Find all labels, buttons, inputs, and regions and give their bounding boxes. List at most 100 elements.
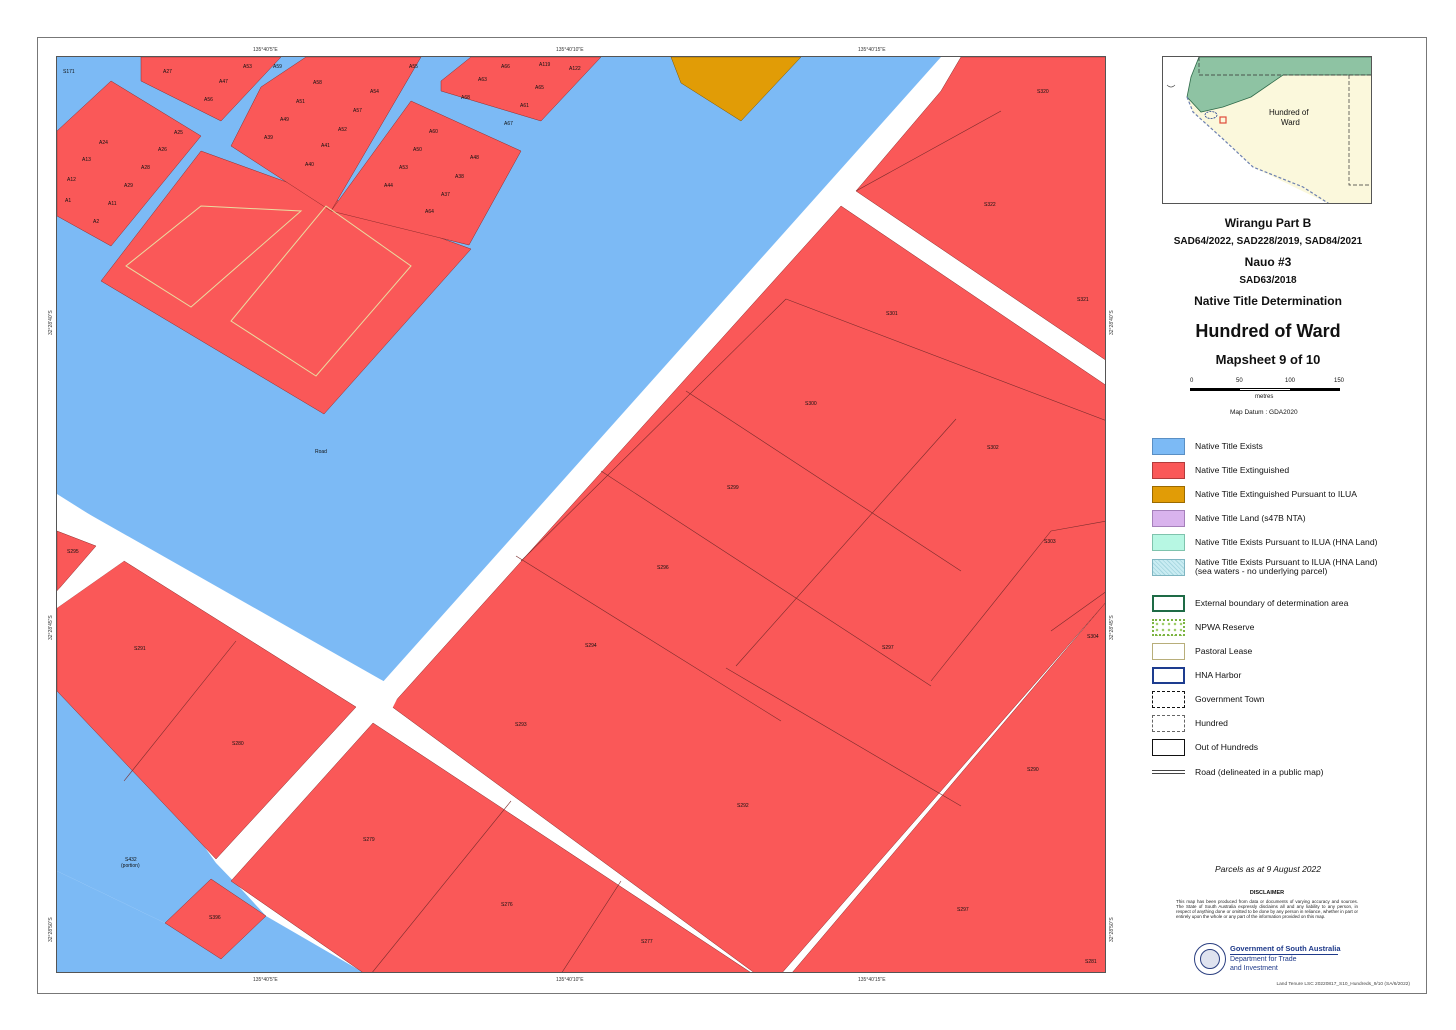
gov-line2: Department for Trade — [1230, 956, 1297, 963]
legend-swatch-road — [1152, 770, 1185, 774]
legend-item-hna-harbor: HNA Harbor — [1152, 666, 1241, 684]
parcel-label-a24: A24 — [99, 140, 108, 146]
disclaimer-text: This map has been produced from data or … — [1176, 899, 1358, 919]
scale-bar-segments — [1190, 388, 1340, 391]
map-canvas[interactable] — [57, 57, 1106, 973]
inset-hundred-label-line1: Hundred of — [1269, 108, 1309, 117]
parcel-label-a122: A122 — [569, 66, 581, 72]
coord-left-3: 32°28'50"S — [48, 917, 54, 942]
legend-swatch-government-town — [1152, 690, 1185, 708]
parcel-label-a60: A60 — [429, 129, 438, 135]
parcel-label-s297: S297 — [882, 645, 894, 651]
legend-hna-sea-line2: (sea waters - no underlying parcel) — [1195, 566, 1328, 576]
legend-swatch-npwa-reserve — [1152, 618, 1185, 636]
legend-swatch-hna-harbor — [1152, 666, 1185, 684]
legend-swatch-extinguished-ilua — [1152, 485, 1185, 503]
parcel-label-s281: S281 — [1085, 959, 1097, 965]
legend-item-native-title-exists: Native Title Exists — [1152, 437, 1263, 455]
gov-line1: Government of South Australia — [1230, 944, 1341, 953]
parcel-label-s303: S303 — [1044, 539, 1056, 545]
hundred-title: Hundred of Ward — [1195, 321, 1341, 341]
scale-tick-150: 150 — [1334, 378, 1345, 384]
parcel-label-a59: A59 — [273, 64, 282, 70]
state-crest-icon — [1194, 943, 1226, 975]
parcel-label-road: Road — [315, 449, 327, 455]
legend-item-out-of-hundreds: Out of Hundreds — [1152, 738, 1258, 756]
parcel-label-a55: A55 — [409, 64, 418, 70]
parcel-label-a2: A2 — [93, 219, 100, 225]
parcel-label-a63: A63 — [478, 77, 487, 83]
parcel-label-a53b: A53 — [399, 165, 408, 171]
coord-left-2: 32°28'45"S — [48, 615, 54, 640]
legend-item-native-title-extinguished: Native Title Extinguished — [1152, 461, 1289, 479]
parcel-label-s280: S280 — [232, 741, 244, 747]
parcel-label-a53: A53 — [243, 64, 252, 70]
map-reference-footer: Land Tenure LSC 20220817_S10_Hundreds_9/… — [1276, 982, 1410, 987]
parcel-label-a12: A12 — [67, 177, 76, 183]
coord-top-3: 135°40'15"E — [858, 47, 886, 53]
claim1-ids: SAD64/2022, SAD228/2019, SAD84/2021 — [1173, 236, 1363, 247]
parcel-label-a28: A28 — [141, 165, 150, 171]
map-datum: Map Datum : GDA2020 — [1230, 409, 1298, 416]
parcel-label-s171: S171 — [63, 69, 75, 75]
parcel-label-a38: A38 — [455, 174, 464, 180]
parcel-label-a66: A66 — [501, 64, 510, 70]
legend-swatch-native-title-exists — [1152, 437, 1185, 455]
legend-swatch-pastoral-lease — [1152, 642, 1185, 660]
legend-swatch-native-title-land — [1152, 509, 1185, 527]
parcel-label-s297b: S297 — [957, 907, 969, 913]
parcel-label-s299: S299 — [727, 485, 739, 491]
disclaimer-title: DISCLAIMER — [1249, 890, 1285, 896]
legend-item-extinguished-ilua: Native Title Extinguished Pursuant to IL… — [1152, 485, 1357, 503]
parcel-label-s298: S296 — [657, 565, 669, 571]
legend-item-npwa-reserve: NPWA Reserve — [1152, 618, 1254, 636]
parcel-label-s292: S292 — [737, 803, 749, 809]
parcel-label-a48: A48 — [470, 155, 479, 161]
parcel-label-a37: A37 — [441, 192, 450, 198]
parcel-label-a64: A64 — [425, 209, 434, 215]
parcel-label-s295: S295 — [67, 549, 79, 555]
parcel-label-a1: A1 — [65, 198, 72, 204]
coord-bottom-1: 135°40'5"E — [253, 977, 278, 983]
legend-item-hundred: Hundred — [1152, 714, 1228, 732]
scale-tick-100: 100 — [1285, 378, 1296, 384]
parcel-label-s396: S396 — [209, 915, 221, 921]
legend-item-external-boundary: External boundary of determination area — [1152, 594, 1348, 612]
parcel-label-a14: A29 — [124, 183, 133, 189]
parcel-label-a44: A44 — [384, 183, 393, 189]
parcel-label-a58: A58 — [313, 80, 322, 86]
main-map[interactable]: S322 S320 S321 S301 S302 S303 S304 S300 … — [56, 56, 1106, 973]
parcel-label-a51: A51 — [296, 99, 305, 105]
parcel-label-a39: A39 — [264, 135, 273, 141]
scale-bar: 0 50 100 150 metres Map Datum : GDA2020 — [1190, 378, 1344, 418]
inset-hundred-label-line2: Ward — [1281, 118, 1300, 127]
parcel-label-a27: A27 — [163, 69, 172, 75]
legend-item-hna-land: Native Title Exists Pursuant to ILUA (HN… — [1152, 533, 1377, 551]
coord-left-1: 32°28'40"S — [48, 310, 54, 335]
parcel-label-a40: A40 — [305, 162, 314, 168]
parcel-label-a67: A67 — [504, 121, 513, 127]
coord-right-2: 32°28'45"S — [1109, 615, 1115, 640]
parcel-label-a56: A56 — [204, 97, 213, 103]
parcel-label-s293: S293 — [515, 722, 527, 728]
parcel-label-a11: A11 — [108, 201, 117, 207]
coord-top-1: 135°40'5"E — [253, 47, 278, 53]
parcel-label-s322: S322 — [984, 202, 996, 208]
parcel-label-a26: A26 — [158, 147, 167, 153]
parcel-label-a68: A68 — [461, 95, 470, 101]
coord-bottom-3: 135°40'15"E — [858, 977, 886, 983]
scale-tick-50: 50 — [1236, 378, 1243, 384]
parcel-label-s301: S301 — [886, 311, 898, 317]
parcel-label-a49: A49 — [280, 117, 289, 123]
parcel-label-a61: A61 — [520, 103, 529, 109]
parcel-label-a25: A25 — [174, 130, 183, 136]
legend-swatch-native-title-extinguished — [1152, 461, 1185, 479]
legend-item-road: Road (delineated in a public map) — [1152, 763, 1324, 781]
legend-item-hna-sea-waters: Native Title Exists Pursuant to ILUA (HN… — [1152, 558, 1377, 576]
scale-tick-0: 0 — [1190, 378, 1194, 384]
parcel-label-a50: A50 — [413, 147, 422, 153]
legend-swatch-hna-sea-waters — [1152, 558, 1185, 576]
gov-line3: and Investment — [1230, 965, 1278, 972]
parcel-label-s320: S320 — [1037, 89, 1049, 95]
parcel-label-s276: S276 — [501, 902, 513, 908]
